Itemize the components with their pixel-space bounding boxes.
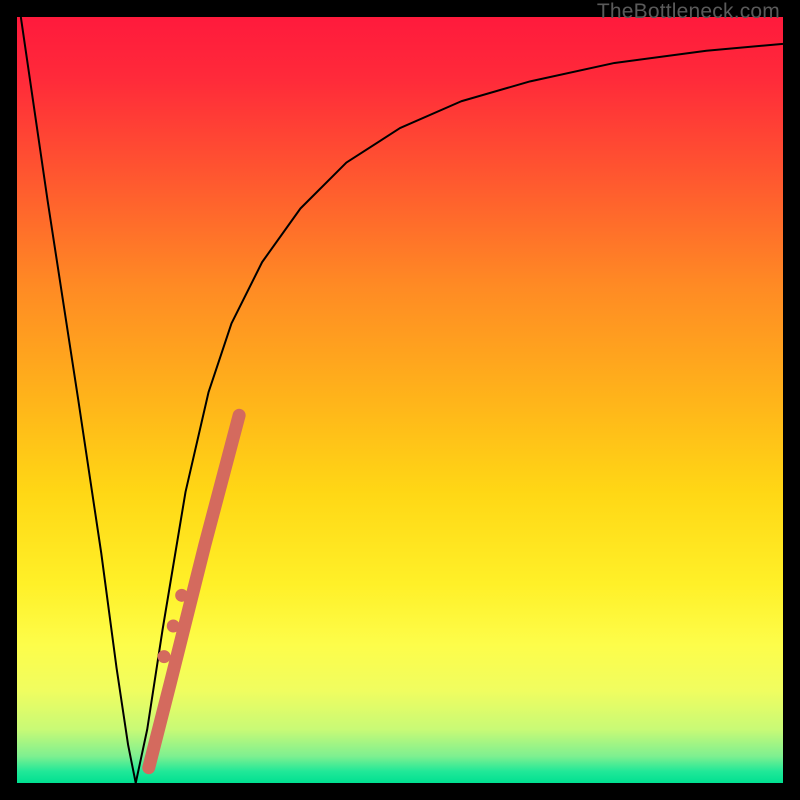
highlight-dots-pt [158, 650, 171, 663]
gradient-background [17, 17, 783, 783]
watermark-text: TheBottleneck.com [597, 0, 780, 24]
highlight-dots-pt [175, 589, 188, 602]
chart-svg [17, 17, 783, 783]
highlight-dots-pt [167, 619, 180, 632]
plot-area [17, 17, 783, 783]
outer-black-frame: TheBottleneck.com [0, 0, 800, 800]
